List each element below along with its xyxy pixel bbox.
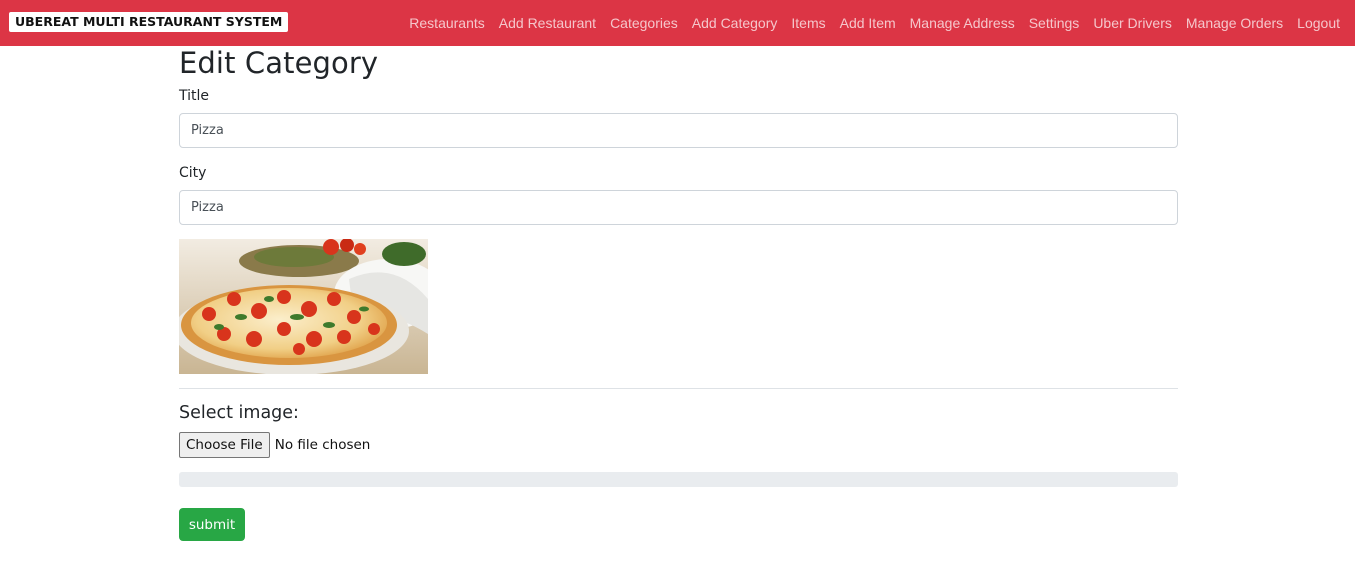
nav-link-restaurants[interactable]: Restaurants <box>402 15 491 31</box>
nav-link-add-item[interactable]: Add Item <box>833 15 903 31</box>
nav-links: Restaurants Add Restaurant Categories Ad… <box>402 0 1347 46</box>
submit-button[interactable]: submit <box>179 508 245 541</box>
nav-link-add-category[interactable]: Add Category <box>685 15 785 31</box>
divider <box>179 388 1178 389</box>
upload-progress <box>179 472 1178 487</box>
nav-link-categories[interactable]: Categories <box>603 15 685 31</box>
file-status: No file chosen <box>274 437 371 453</box>
nav-link-add-restaurant[interactable]: Add Restaurant <box>492 15 603 31</box>
file-input[interactable]: Choose File No file chosen <box>179 432 370 458</box>
city-label: City <box>179 165 207 181</box>
category-image-preview <box>179 239 428 374</box>
nav-link-uber-drivers[interactable]: Uber Drivers <box>1086 15 1179 31</box>
nav-link-logout[interactable]: Logout <box>1290 15 1347 31</box>
select-image-label: Select image: <box>179 403 299 423</box>
nav-link-settings[interactable]: Settings <box>1022 15 1087 31</box>
pizza-image <box>179 239 428 374</box>
nav-link-items[interactable]: Items <box>784 15 832 31</box>
choose-file-button[interactable]: Choose File <box>179 432 270 458</box>
nav-link-manage-orders[interactable]: Manage Orders <box>1179 15 1290 31</box>
top-navbar: UBEREAT MULTI RESTAURANT SYSTEM Restaura… <box>0 0 1355 46</box>
city-input[interactable] <box>179 190 1178 225</box>
brand-logo[interactable]: UBEREAT MULTI RESTAURANT SYSTEM <box>9 12 289 32</box>
title-input[interactable] <box>179 113 1178 148</box>
title-label: Title <box>179 88 210 104</box>
page-title: Edit Category <box>179 46 379 80</box>
nav-link-manage-address[interactable]: Manage Address <box>903 15 1022 31</box>
